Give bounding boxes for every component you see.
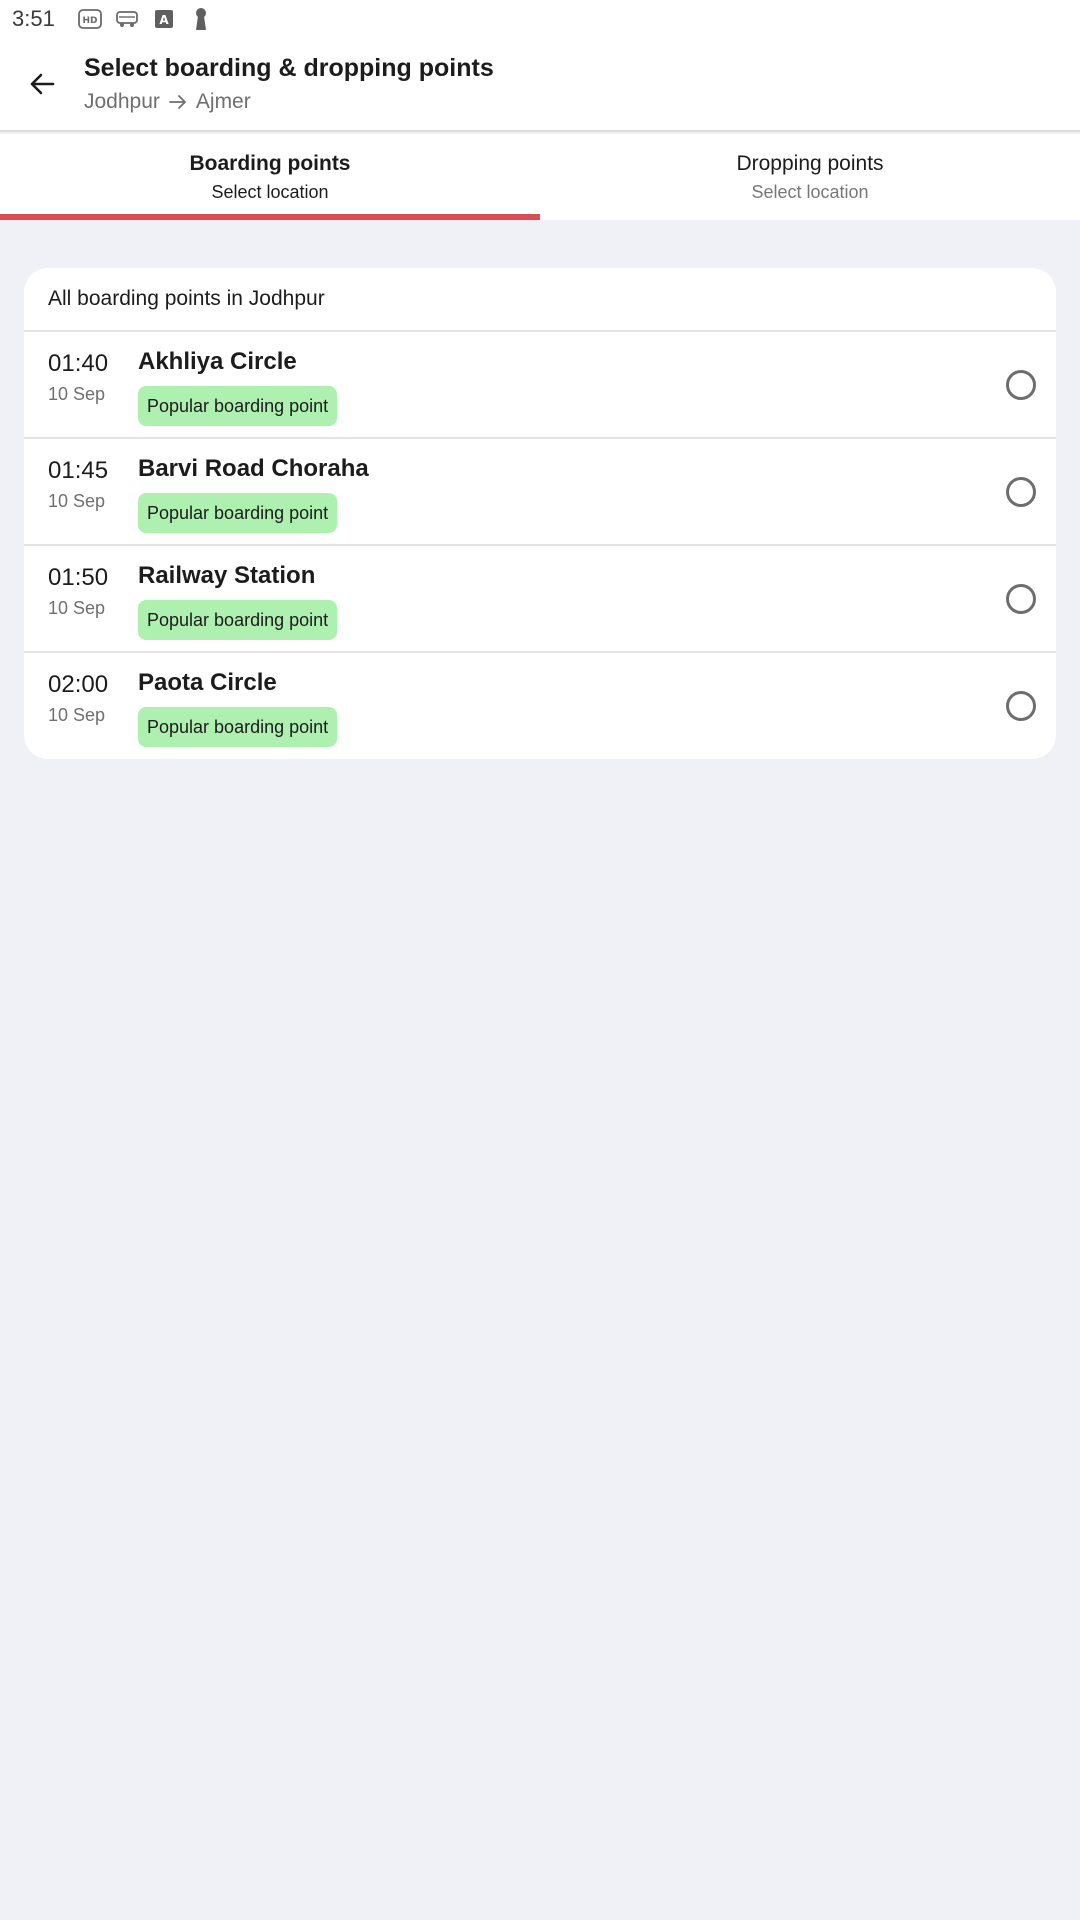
bus-app-icon xyxy=(114,6,140,32)
popular-badge: Popular boarding point xyxy=(138,386,338,426)
back-button[interactable] xyxy=(18,60,66,108)
tab-title: Boarding points xyxy=(189,152,351,175)
point-time: 01:45 xyxy=(48,457,109,484)
point-date: 10 Sep xyxy=(48,491,106,511)
point-time: 01:40 xyxy=(48,350,109,377)
radio-button[interactable] xyxy=(1006,584,1036,614)
boarding-point-row[interactable]: 01:50 10 Sep Railway Station Popular boa… xyxy=(24,546,1056,653)
route-subtitle: Jodhpur Ajmer xyxy=(84,90,251,114)
arrow-right-icon xyxy=(168,93,188,111)
hd-icon: HD xyxy=(77,6,103,32)
tab-dropping-points[interactable]: Dropping points Select location xyxy=(540,134,1080,220)
status-bar: 3:51 HD A xyxy=(0,0,1080,38)
popular-badge: Popular boarding point xyxy=(138,600,338,640)
point-date: 10 Sep xyxy=(48,384,106,404)
route-from: Jodhpur xyxy=(84,90,160,113)
tab-subtitle: Select location xyxy=(211,182,329,202)
point-date: 10 Sep xyxy=(48,598,106,618)
tab-boarding-points[interactable]: Boarding points Select location xyxy=(0,134,540,220)
arrow-left-icon xyxy=(30,73,55,95)
card-header: All boarding points in Jodhpur xyxy=(24,268,1056,332)
popular-badge: Popular boarding point xyxy=(138,707,338,747)
point-name: Paota Circle xyxy=(138,669,277,696)
route-to: Ajmer xyxy=(195,90,251,113)
boarding-points-card: All boarding points in Jodhpur 01:40 10 … xyxy=(24,268,1056,759)
keyhole-icon xyxy=(188,6,214,32)
point-name: Railway Station xyxy=(138,562,316,589)
radio-button[interactable] xyxy=(1006,691,1036,721)
point-date: 10 Sep xyxy=(48,705,106,725)
point-time: 02:00 xyxy=(48,671,109,698)
tab-title: Dropping points xyxy=(736,152,884,175)
point-name: Barvi Road Choraha xyxy=(138,455,369,482)
tab-bar: Boarding points Select location Dropping… xyxy=(0,134,1080,220)
app-header: Select boarding & dropping points Jodhpu… xyxy=(0,38,1080,132)
status-time: 3:51 xyxy=(12,6,55,31)
boarding-point-row[interactable]: 02:00 10 Sep Paota Circle Popular boardi… xyxy=(24,653,1056,759)
a-icon: A xyxy=(151,6,177,32)
point-time: 01:50 xyxy=(48,564,109,591)
tab-subtitle: Select location xyxy=(751,182,869,202)
popular-badge: Popular boarding point xyxy=(138,493,338,533)
svg-text:A: A xyxy=(159,13,169,27)
svg-text:HD: HD xyxy=(82,16,97,26)
radio-button[interactable] xyxy=(1006,370,1036,400)
boarding-point-row[interactable]: 01:45 10 Sep Barvi Road Choraha Popular … xyxy=(24,439,1056,546)
radio-button[interactable] xyxy=(1006,477,1036,507)
point-name: Akhliya Circle xyxy=(138,348,297,375)
page-title: Select boarding & dropping points xyxy=(84,54,494,82)
boarding-point-row[interactable]: 01:40 10 Sep Akhliya Circle Popular boar… xyxy=(24,332,1056,439)
